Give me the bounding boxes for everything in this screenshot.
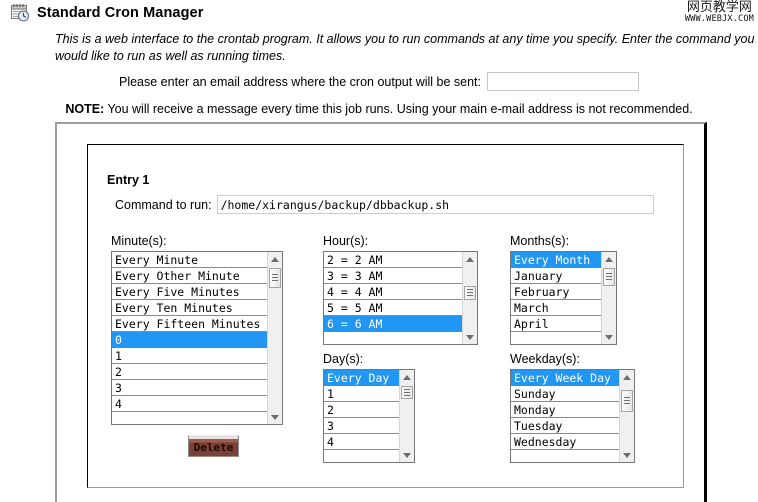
list-option[interactable]: Every Month (511, 252, 601, 268)
hour-scrollbar[interactable] (462, 252, 477, 344)
weekday-listbox[interactable]: Every Week Day Sunday Monday Tuesday Wednesd… (510, 369, 635, 463)
scroll-up-icon[interactable] (620, 370, 634, 384)
list-option[interactable]: Every Five Minutes (112, 284, 267, 300)
list-option[interactable]: 2 (112, 364, 267, 380)
note-prefix: NOTE: (65, 102, 105, 116)
scrollbar-thumb[interactable] (603, 268, 615, 286)
email-input[interactable] (487, 72, 639, 91)
page-title: Standard Cron Manager (37, 4, 204, 21)
months-options[interactable]: Every Month January February March April (511, 252, 601, 344)
weekday-options[interactable]: Every Week Day Sunday Monday Tuesday Wednesd… (511, 370, 619, 462)
list-option[interactable]: 2 = 2 AM (324, 252, 462, 268)
hour-label: Hour(s): (323, 234, 369, 248)
list-option[interactable]: 1 (112, 348, 267, 364)
list-option[interactable]: 4 (324, 434, 399, 450)
command-label: Command to run: (115, 197, 212, 212)
months-scrollbar[interactable] (601, 252, 616, 344)
list-option[interactable]: Tuesday (511, 418, 619, 434)
minute-label: Minute(s): (111, 234, 167, 248)
list-option[interactable]: Wednesday (511, 434, 619, 450)
watermark-cn: 网页教学网 (686, 0, 752, 15)
field-day: Day(s): Every Day 1 2 3 4 (323, 352, 415, 463)
field-weekday: Weekday(s): Every Week Day Sunday Monday Tu… (510, 352, 635, 463)
scroll-up-icon[interactable] (602, 252, 616, 266)
list-option[interactable]: Monday (511, 402, 619, 418)
page-header: Standard Cron Manager (10, 3, 203, 22)
list-option[interactable]: Every Minute (112, 252, 267, 268)
list-option[interactable]: Every Fifteen Minutes (112, 316, 267, 332)
scroll-down-icon[interactable] (268, 410, 282, 424)
scrollbar-thumb[interactable] (464, 286, 476, 300)
hour-listbox[interactable]: 2 = 2 AM 3 = 3 AM 4 = 4 AM 5 = 5 AM 6 = 6 AM (323, 251, 478, 345)
day-label: Day(s): (323, 352, 364, 366)
list-option[interactable]: 3 (112, 380, 267, 396)
list-option[interactable]: 1 (324, 386, 399, 402)
email-label: Please enter an email address where the … (118, 74, 481, 89)
note-text: NOTE: You will receive a message every t… (0, 102, 758, 116)
field-months: Months(s): Every Month January February Mar… (510, 234, 617, 345)
cron-manager-page: Standard Cron Manager 网页教学网 WWW.WEBJX.CO… (0, 0, 758, 502)
field-hour: Hour(s): 2 = 2 AM 3 = 3 AM 4 = 4 AM 5 = 5 A… (323, 234, 478, 345)
list-option[interactable]: 5 = 5 AM (324, 300, 462, 316)
hour-options[interactable]: 2 = 2 AM 3 = 3 AM 4 = 4 AM 5 = 5 AM 6 = 6 AM (324, 252, 462, 344)
scroll-down-icon[interactable] (620, 448, 634, 462)
minute-scrollbar[interactable] (267, 252, 282, 424)
list-option[interactable]: 0 (112, 332, 267, 348)
day-scrollbar[interactable] (399, 370, 414, 462)
scroll-up-icon[interactable] (400, 370, 414, 384)
watermark: 网页教学网 WWW.WEBJX.COM (685, 1, 754, 24)
scroll-up-icon[interactable] (463, 252, 477, 266)
weekday-scrollbar[interactable] (619, 370, 634, 462)
months-listbox[interactable]: Every Month January February March April (510, 251, 617, 345)
list-option[interactable]: 2 (324, 402, 399, 418)
list-option[interactable]: March (511, 300, 601, 316)
list-option[interactable]: 6 = 6 AM (324, 316, 462, 332)
day-listbox[interactable]: Every Day 1 2 3 4 (323, 369, 415, 463)
list-option[interactable]: Every Ten Minutes (112, 300, 267, 316)
scrollbar-thumb[interactable] (621, 390, 633, 412)
scroll-down-icon[interactable] (400, 448, 414, 462)
list-option[interactable]: Sunday (511, 386, 619, 402)
scrollbar-thumb[interactable] (401, 386, 413, 399)
note-body: You will receive a message every time th… (104, 102, 693, 116)
entry-title: Entry 1 (107, 173, 150, 187)
calendar-clock-icon (10, 3, 30, 22)
list-option[interactable]: Every Week Day (511, 370, 619, 386)
day-options[interactable]: Every Day 1 2 3 4 (324, 370, 399, 462)
scrollbar-thumb[interactable] (269, 268, 281, 288)
scroll-down-icon[interactable] (463, 330, 477, 344)
command-input[interactable] (216, 195, 654, 214)
list-option[interactable]: 3 (324, 418, 399, 434)
list-option[interactable]: January (511, 268, 601, 284)
delete-button[interactable]: Delete (188, 435, 239, 457)
list-option[interactable]: 3 = 3 AM (324, 268, 462, 284)
watermark-en: WWW.WEBJX.COM (684, 13, 754, 24)
scroll-up-icon[interactable] (268, 252, 282, 266)
field-minute: Minute(s): Every Minute Every Other Minut… (111, 234, 283, 425)
weekday-label: Weekday(s): (510, 352, 580, 366)
list-option[interactable]: April (511, 316, 601, 332)
list-option[interactable]: 4 (112, 396, 267, 412)
command-row: Command to run: (115, 195, 654, 214)
email-row: Please enter an email address where the … (0, 72, 758, 91)
minute-options[interactable]: Every Minute Every Other Minute Every Five… (112, 252, 267, 424)
scroll-down-icon[interactable] (602, 330, 616, 344)
list-option[interactable]: February (511, 284, 601, 300)
list-option[interactable]: Every Day (324, 370, 399, 386)
months-label: Months(s): (510, 234, 570, 248)
list-option[interactable]: 4 = 4 AM (324, 284, 462, 300)
minute-listbox[interactable]: Every Minute Every Other Minute Every Five… (111, 251, 283, 425)
list-option[interactable]: Every Other Minute (112, 268, 267, 284)
intro-text: This is a web interface to the crontab p… (55, 32, 755, 63)
